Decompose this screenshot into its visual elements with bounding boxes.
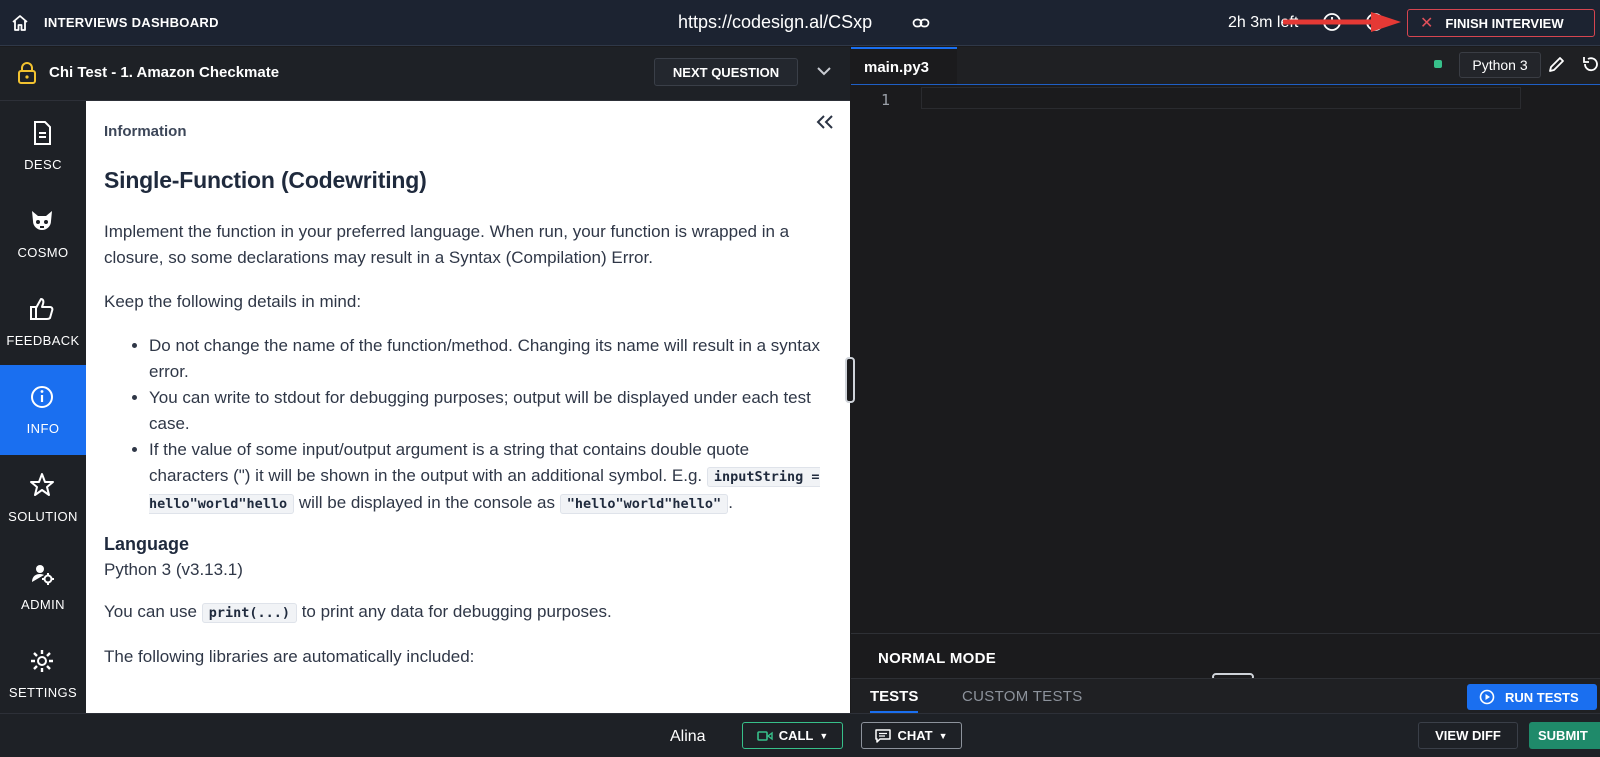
sidebar-item-cosmo[interactable]: COSMO (0, 189, 86, 279)
sidebar-item-solution[interactable]: SOLUTION (0, 453, 86, 543)
gear-icon (31, 650, 53, 672)
list-item: You can write to stdout for debugging pu… (149, 385, 824, 437)
list-item: Do not change the name of the function/m… (149, 333, 824, 385)
document-icon (34, 121, 51, 145)
collapse-panel-icon[interactable] (814, 113, 836, 131)
question-title: Chi Test - 1. Amazon Checkmate (49, 64, 280, 81)
sidebar-item-settings[interactable]: SETTINGS (0, 629, 86, 719)
sidebar-item-label: COSMO (17, 245, 69, 260)
keep-text: Keep the following details in mind: (104, 292, 362, 311)
language-select[interactable]: Python 3 (1459, 52, 1541, 78)
sidebar-item-label: SOLUTION (8, 509, 78, 524)
run-tests-button[interactable]: RUN TESTS (1467, 684, 1597, 710)
print-text: You can use print(...) to print any data… (104, 599, 824, 626)
video-icon (756, 730, 773, 741)
tab-main-file[interactable]: main.py3 (851, 47, 957, 84)
code-snippet: "hello"world"hello" (559, 494, 729, 514)
mode-label: NORMAL MODE (878, 650, 997, 667)
bullet-text: will be displayed in the console as (298, 493, 556, 512)
list-item: If the value of some input/output argume… (149, 437, 824, 517)
annotation-arrow (1283, 12, 1401, 32)
code-editor[interactable]: 1 (851, 85, 1600, 633)
info-body: Implement the function in your preferred… (104, 219, 824, 688)
sidebar-item-label: DESC (24, 157, 62, 172)
intro-text: Implement the function in your preferred… (104, 222, 790, 267)
caret-down-icon: ▼ (819, 730, 829, 741)
print-text-b: to print any data for debugging purposes… (301, 602, 612, 621)
print-text-a: You can use (104, 602, 197, 621)
lock-icon[interactable] (17, 61, 37, 85)
reset-icon[interactable] (1581, 54, 1600, 74)
section-label: Information (104, 123, 187, 140)
question-header: Chi Test - 1. Amazon Checkmate NEXT QUES… (0, 47, 850, 101)
sidebar-item-feedback[interactable]: FEEDBACK (0, 277, 86, 367)
run-tests-label: RUN TESTS (1505, 689, 1579, 705)
thumbs-up-icon (30, 298, 54, 320)
call-button[interactable]: CALL ▼ (742, 722, 843, 749)
top-bar: INTERVIEWS DASHBOARD https://codesign.al… (0, 0, 1600, 46)
libraries-text: The following libraries are automaticall… (104, 647, 475, 666)
editor-tabbar: main.py3 Python 3 (851, 47, 1600, 85)
tab-custom-tests[interactable]: CUSTOM TESTS (962, 688, 1083, 705)
code-snippet: print(...) (201, 603, 297, 623)
bullet-text: . (728, 493, 733, 512)
submit-button[interactable]: SUBMIT (1529, 722, 1600, 749)
sidebar-item-label: INFO (26, 421, 60, 436)
line-number: 1 (881, 91, 891, 109)
pencil-icon[interactable] (1545, 54, 1567, 76)
star-icon (30, 473, 54, 496)
caret-down-icon: ▼ (938, 730, 948, 741)
info-heading: Single-Function (Codewriting) (104, 167, 427, 193)
chat-icon (875, 728, 892, 743)
sidebar-item-label: SETTINGS (8, 685, 78, 700)
admin-icon (32, 565, 54, 585)
home-icon[interactable] (10, 13, 30, 33)
bottom-bar: Alina CALL ▼ CHAT ▼ VIEW DIFF SUBMIT (0, 713, 1600, 757)
sidebar-item-info[interactable]: INFO (0, 365, 86, 455)
language-value: Python 3 (v3.13.1) (104, 560, 243, 579)
vertical-resize-handle[interactable] (845, 357, 855, 403)
app: INTERVIEWS DASHBOARD https://codesign.al… (0, 0, 1600, 757)
tab-tests[interactable]: TESTS (870, 688, 919, 713)
dashboard-link[interactable]: INTERVIEWS DASHBOARD (44, 15, 219, 30)
call-label: CALL (778, 728, 814, 743)
close-icon: ✕ (1420, 15, 1434, 32)
editor-mode-bar: NORMAL MODE (851, 633, 1600, 677)
finish-interview-button[interactable]: ✕ FINISH INTERVIEW (1407, 9, 1595, 37)
link-icon[interactable] (912, 14, 930, 32)
next-question-button[interactable]: NEXT QUESTION (654, 58, 798, 86)
sidebar-item-admin[interactable]: ADMIN (0, 541, 86, 631)
session-url: https://codesign.al/CSxp (678, 12, 873, 32)
info-icon (31, 386, 53, 408)
finish-interview-label: FINISH INTERVIEW (1445, 15, 1564, 31)
current-line[interactable] (921, 87, 1521, 109)
sidebar-item-desc[interactable]: DESC (0, 101, 86, 191)
status-indicator (1434, 60, 1442, 68)
chevron-down-icon[interactable] (816, 65, 832, 77)
chat-button[interactable]: CHAT ▼ (861, 722, 962, 749)
user-name: Alina (670, 728, 706, 745)
view-diff-button[interactable]: VIEW DIFF (1418, 722, 1518, 749)
play-icon (1479, 689, 1495, 705)
info-panel: Information Single-Function (Codewriting… (86, 101, 850, 713)
bullet-text: If the value of some input/output argume… (149, 440, 750, 485)
tests-tabbar: TESTS CUSTOM TESTS RUN TESTS (851, 678, 1600, 714)
sidebar-item-label: ADMIN (21, 597, 65, 612)
chat-label: CHAT (897, 728, 933, 743)
language-heading: Language (104, 534, 190, 554)
sidebar: DESC COSMO FEEDBACK INFO SOLUTION ADMIN … (0, 101, 86, 713)
details-list: Do not change the name of the function/m… (149, 333, 824, 517)
cosmo-icon (32, 211, 52, 230)
sidebar-item-label: FEEDBACK (6, 333, 80, 348)
